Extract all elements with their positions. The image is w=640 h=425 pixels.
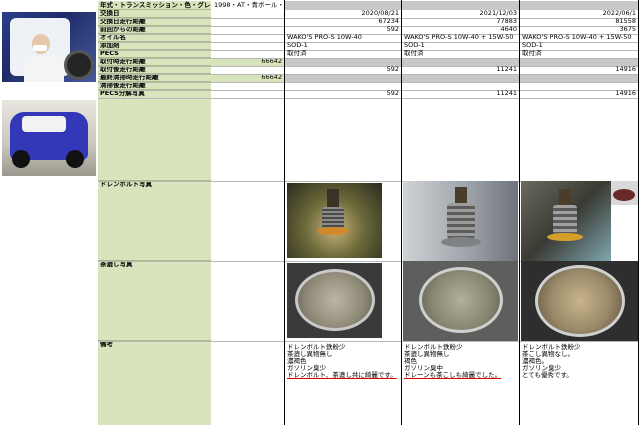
- label-drain-bolt-photo: ドレンボルト写真: [98, 181, 211, 261]
- record-date: 2020/08/21: [361, 9, 399, 17]
- car-photo: [2, 100, 96, 176]
- drain-bolt-photo: [287, 183, 382, 258]
- record-pecs: 取付済: [522, 50, 542, 57]
- record-pecs: 取付済: [287, 50, 307, 57]
- label-oil-name: オイル名: [98, 34, 211, 42]
- label-additive: 添加剤: [98, 42, 211, 50]
- record-date: 2021/12/03: [479, 9, 517, 17]
- spec-label: 年式・トランスミッション・色・グレード・特徴: [98, 1, 211, 10]
- drain-bolt-photo: [403, 181, 518, 261]
- remark-line: とても優秀です。: [522, 371, 573, 379]
- drain-bolt-photo: [521, 181, 611, 261]
- pecs-install-odometer-value: 66642: [261, 57, 282, 65]
- record-odometer: 77883: [496, 17, 517, 25]
- label-exchange-date: 交換日: [98, 10, 211, 18]
- record-since-clean: 592: [386, 89, 399, 97]
- record-additive: SOD-1: [404, 42, 425, 49]
- remark-line: ドレーンも茶こしも綺麗でした。: [404, 371, 502, 379]
- label-strainer-photo: 茶漉し写真: [98, 261, 211, 341]
- record-since-install: 14916: [615, 65, 636, 73]
- record-since-previous: 4640: [500, 25, 517, 33]
- label-remarks: 備考: [98, 341, 211, 425]
- record-since-install: 11241: [496, 65, 517, 73]
- record-since-clean: 14916: [615, 89, 636, 97]
- accessory-photo: [611, 181, 638, 205]
- record-since-previous: 3675: [619, 25, 636, 33]
- record-oil: WAKO'S PRO-S 10W-40 + 15W-50: [522, 34, 632, 41]
- label-pecs: PECS: [98, 50, 211, 58]
- record-additive: SOD-1: [522, 42, 543, 49]
- strainer-photo: [403, 261, 518, 341]
- label-pecs-install-odometer: 取付時走行距離: [98, 58, 211, 66]
- label-since-install: 取付後走行距離: [98, 66, 211, 74]
- record-since-install: 592: [386, 65, 399, 73]
- record-odometer: 67234: [378, 17, 399, 25]
- label-exchange-odometer: 交換日走行距離: [98, 18, 211, 26]
- record-since-previous: 592: [386, 25, 399, 33]
- record-additive: SOD-1: [287, 42, 308, 49]
- record-odometer: 81558: [615, 17, 636, 25]
- label-since-previous: 前回からの距離: [98, 26, 211, 34]
- spec-value: 1998・AT・青ボール・スミス: [214, 1, 284, 9]
- last-clean-odometer-value: 66642: [261, 73, 282, 81]
- label-since-clean: 清掃後走行距離: [98, 82, 211, 90]
- record-oil: WAKO'S PRO-S 10W-40 + 15W-50: [404, 34, 514, 41]
- remark-line: ドレンボルト、茶漉し共に綺麗です。: [287, 371, 397, 379]
- record-pecs: 取付済: [404, 50, 424, 57]
- strainer-photo: [287, 263, 382, 338]
- record-oil: WAKO'S PRO-S 10W-40: [287, 34, 362, 41]
- strainer-photo: [521, 261, 638, 341]
- record-date: 2022/06/1: [602, 9, 636, 17]
- label-pecs-photo: PECS分解写真: [98, 90, 211, 181]
- owner-photo: [2, 12, 96, 82]
- label-last-clean-odometer: 最終清掃時走行距離: [98, 74, 211, 82]
- record-since-clean: 11241: [496, 89, 517, 97]
